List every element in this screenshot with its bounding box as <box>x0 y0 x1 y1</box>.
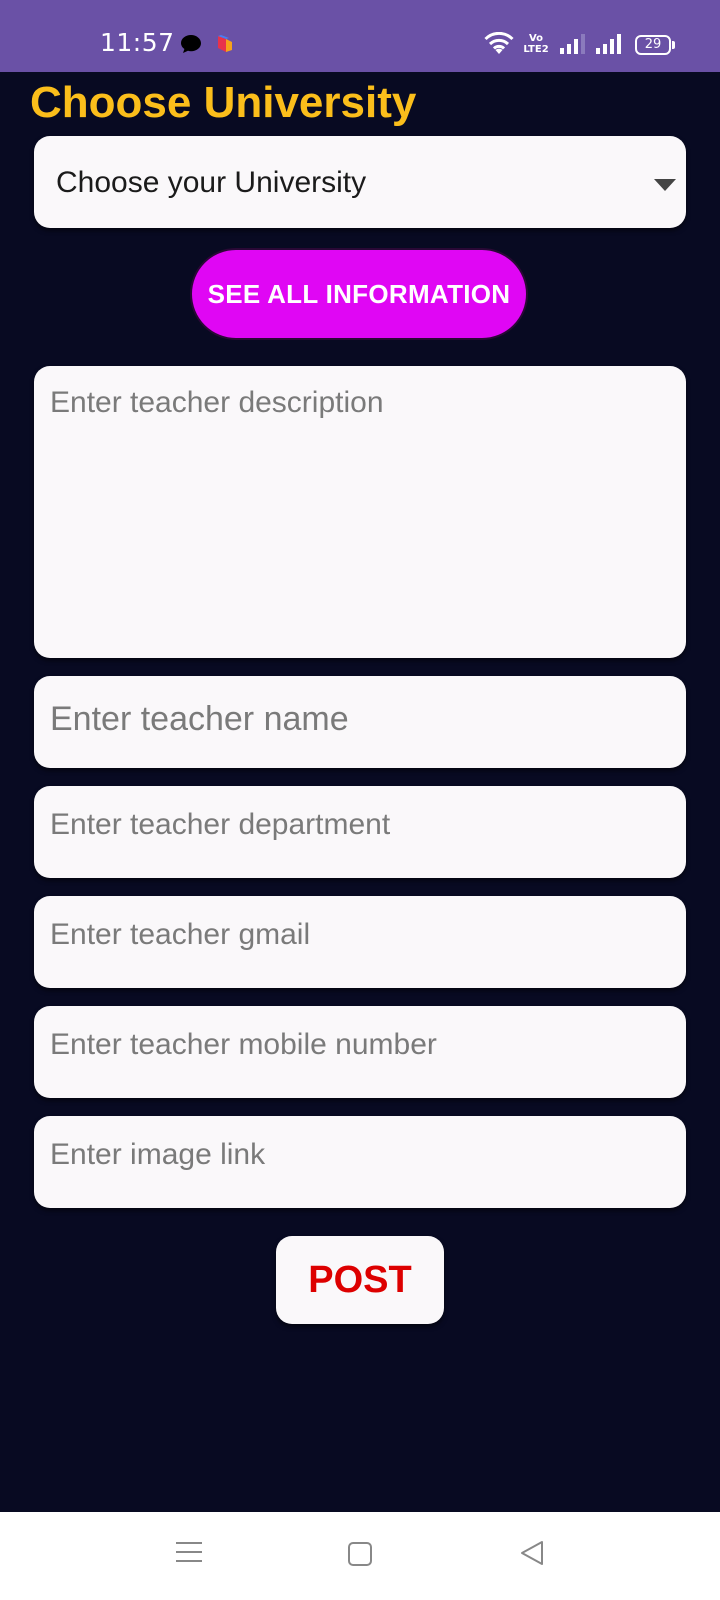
teacher-mobile-placeholder: Enter teacher mobile number <box>50 1028 437 1061</box>
see-all-information-button[interactable]: SEE ALL INFORMATION <box>190 248 528 340</box>
back-triangle-icon[interactable] <box>520 1540 544 1571</box>
image-link-placeholder: Enter image link <box>50 1138 266 1171</box>
dropdown-arrow-icon <box>654 178 676 196</box>
teacher-mobile-field[interactable]: Enter teacher mobile number <box>34 1006 686 1098</box>
chat-bubble-icon <box>180 34 202 59</box>
teacher-name-placeholder: Enter teacher name <box>50 700 349 738</box>
signal-icon <box>560 34 586 59</box>
teacher-gmail-field[interactable]: Enter teacher gmail <box>34 896 686 988</box>
post-button[interactable]: POST <box>276 1236 444 1324</box>
teacher-name-field[interactable]: Enter teacher name <box>34 676 686 768</box>
navigation-bar <box>0 1512 720 1600</box>
home-square-icon[interactable] <box>348 1542 372 1571</box>
volte-badge: Vo LTE2 <box>523 33 549 55</box>
teacher-department-field[interactable]: Enter teacher department <box>34 786 686 878</box>
image-link-field[interactable]: Enter image link <box>34 1116 686 1208</box>
teacher-gmail-placeholder: Enter teacher gmail <box>50 918 311 951</box>
battery-icon: 29 <box>635 35 675 55</box>
page-title: Choose University <box>30 78 417 127</box>
status-bar: 11:57 Vo LTE2 29 <box>0 0 720 72</box>
teacher-description-field[interactable]: Enter teacher description <box>34 366 686 658</box>
wifi-icon <box>484 31 514 61</box>
signal-icon <box>596 34 622 59</box>
status-time: 11:57 <box>100 28 175 57</box>
university-select-value: Choose your University <box>56 166 367 199</box>
app-screen: 11:57 Vo LTE2 29 Choose University Choos… <box>0 0 720 1600</box>
notification-app-icon <box>216 34 234 59</box>
menu-icon[interactable] <box>176 1540 202 1569</box>
teacher-description-placeholder: Enter teacher description <box>50 386 384 419</box>
teacher-department-placeholder: Enter teacher department <box>50 808 391 841</box>
university-dropdown[interactable]: Choose your University <box>34 136 686 228</box>
